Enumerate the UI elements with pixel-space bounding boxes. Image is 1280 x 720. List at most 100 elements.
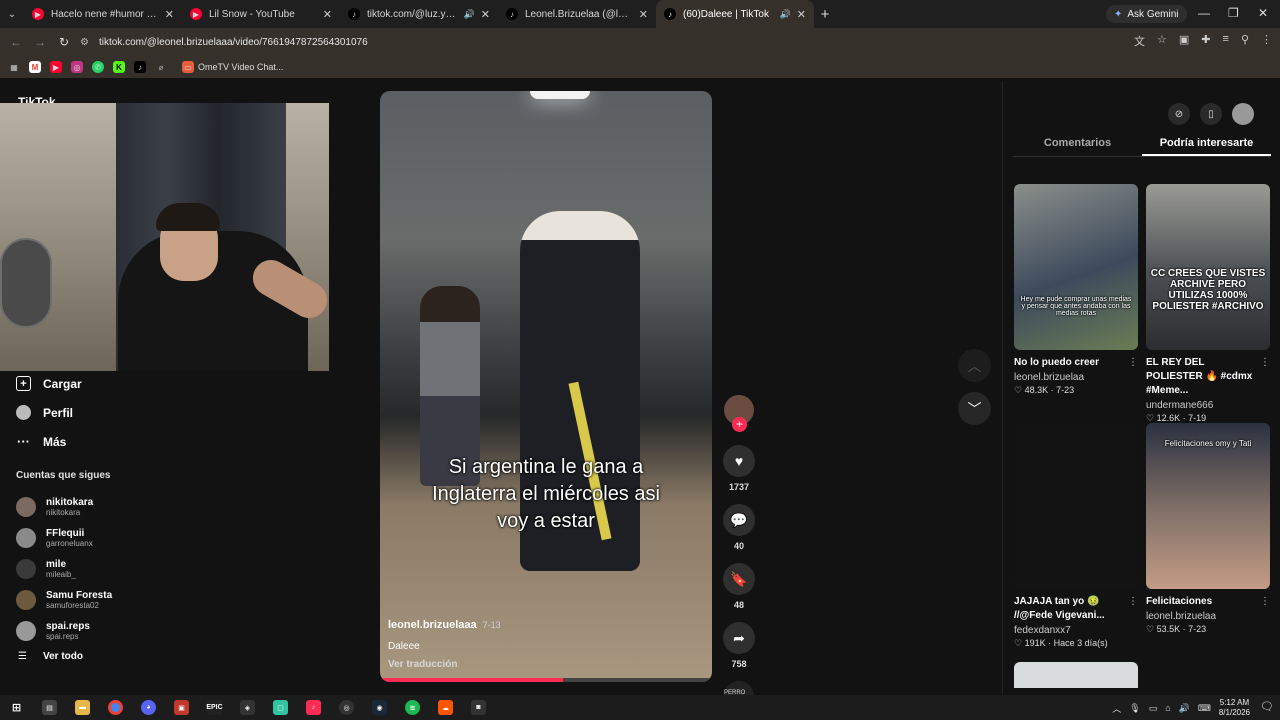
app-icon[interactable]: ◈ (231, 700, 264, 715)
puzzle-icon[interactable]: ✚ (1201, 33, 1210, 49)
video-thumbnail[interactable]: CC CREES QUE VISTES ARCHIVE PERO UTILIZA… (1146, 184, 1270, 350)
task-view-icon[interactable]: ▤ (33, 700, 66, 715)
ask-gemini-button[interactable]: ✦ Ask Gemini (1106, 5, 1187, 23)
discord-icon[interactable]: ◕ (132, 700, 165, 715)
spotify-icon[interactable]: ≋ (396, 700, 429, 715)
card-author[interactable]: leonel.brizuelaa (1146, 611, 1270, 622)
comment-button[interactable]: 💬 (723, 504, 755, 536)
video-progress-bar[interactable] (380, 678, 712, 682)
battery-icon[interactable]: ▭ (1149, 703, 1158, 714)
more-options-icon[interactable]: ⋮ (1128, 356, 1138, 370)
card-author[interactable]: leonel.brizuelaa (1014, 372, 1138, 383)
tiktok-taskbar-icon[interactable]: ♪ (297, 700, 330, 715)
nav-upload[interactable]: + Cargar (16, 369, 82, 398)
following-item[interactable]: FFlequii garroneluanx (16, 522, 112, 553)
instagram-icon[interactable]: ◎ (71, 61, 83, 73)
vpn-icon[interactable]: ◎ (330, 700, 363, 715)
network-icon[interactable]: ⌂ (1165, 703, 1170, 713)
video-thumbnail[interactable]: Felicitaciones omy y Tati (1146, 423, 1270, 589)
close-tab-icon[interactable]: ✕ (323, 8, 332, 21)
file-explorer-icon[interactable]: ▬ (66, 700, 99, 715)
browser-tab-4[interactable]: ♪ Leonel.Brizuelaa (@leonel.briz ✕ (498, 0, 656, 28)
epic-games-icon[interactable]: EPIC (198, 700, 231, 715)
more-options-icon[interactable]: ⋮ (1128, 595, 1138, 623)
share-button[interactable]: ➦ (723, 622, 755, 654)
back-icon[interactable]: ← (4, 35, 28, 49)
like-button[interactable]: ♥ (723, 445, 755, 477)
gmail-icon[interactable]: M (29, 61, 41, 73)
user-avatar[interactable] (1232, 103, 1254, 125)
tab-search-chevron-icon[interactable]: ⌄ (0, 0, 24, 28)
close-tab-icon[interactable]: ✕ (481, 8, 490, 21)
following-item[interactable]: mile mileaib_ (16, 553, 112, 584)
see-all-button[interactable]: ☰ Ver todo (18, 651, 83, 662)
soundcloud-icon[interactable]: ☁ (429, 700, 462, 715)
browser-tab-5-active[interactable]: ♪ (60)Daleee | TikTok 🔊 ✕ (656, 0, 814, 28)
tab-comments[interactable]: Comentarios (1013, 133, 1142, 156)
card-author[interactable]: fedexdanxx7 (1014, 625, 1138, 636)
more-options-icon[interactable]: ⋮ (1260, 595, 1270, 609)
capture-app-icon[interactable]: ◙ (462, 700, 495, 715)
following-item[interactable]: spai.reps spai.reps (16, 615, 112, 646)
clock[interactable]: 5:12 AM 8/1/2026 (1219, 698, 1250, 718)
nav-more[interactable]: ··· Más (16, 427, 82, 456)
nav-profile[interactable]: Perfil (16, 398, 82, 427)
chevron-up-tray-icon[interactable]: ︿ (1112, 702, 1121, 715)
save-button[interactable]: 🔖 (723, 563, 755, 595)
bookmark-star-icon[interactable]: ☆ (1157, 33, 1167, 49)
volume-icon[interactable]: 🔊 (1179, 703, 1190, 714)
restore-icon[interactable]: ❐ (1228, 6, 1239, 20)
see-translation-link[interactable]: Ver traducción (388, 659, 457, 670)
new-tab-icon[interactable]: + (814, 6, 836, 23)
reload-icon[interactable]: ↻ (52, 35, 76, 49)
more-options-icon[interactable]: ⋮ (1260, 356, 1270, 398)
video-editor-icon[interactable]: ▣ (165, 700, 198, 715)
media-icon[interactable]: ≡ (1223, 33, 1229, 49)
language-icon[interactable]: ⌨ (1198, 703, 1211, 714)
chrome-icon[interactable] (99, 700, 132, 715)
forward-icon[interactable]: → (28, 35, 52, 49)
browser-tab-1[interactable]: ▶ Hacelo nene #humor #memes ✕ (24, 0, 182, 28)
browser-tab-2[interactable]: ▶ Lil Snow - YouTube ✕ (182, 0, 340, 28)
extension-icon[interactable]: ▣ (1179, 33, 1189, 49)
close-window-icon[interactable]: ✕ (1258, 6, 1268, 20)
youtube-bookmark-icon[interactable]: ▶ (50, 61, 62, 73)
recommended-card[interactable]: JAJAJA tan yo 🤢 //@Fede Vigevani... ⋮ fed… (1014, 423, 1138, 649)
menu-dots-icon[interactable]: ⋮ (1261, 33, 1272, 49)
video-author-link[interactable]: leonel.brizuelaaa 7-13 (388, 619, 501, 631)
microphone-icon[interactable]: 🎙 (1129, 703, 1140, 714)
minimize-icon[interactable]: — (1198, 6, 1210, 20)
steam-icon[interactable]: ◉ (363, 700, 396, 715)
tab-recommended[interactable]: Podría interesarte (1142, 133, 1271, 156)
tiktok-bookmark-icon[interactable]: ♪ (134, 61, 146, 73)
creator-avatar[interactable]: + (724, 395, 754, 432)
video-thumbnail[interactable] (1014, 423, 1138, 589)
close-tab-icon[interactable]: ✕ (797, 8, 806, 21)
speaker-icon[interactable]: 🔊 (780, 9, 791, 20)
card-author[interactable]: undermane666 (1146, 400, 1270, 411)
address-bar[interactable]: ⚙ tiktok.com/@leonel.brizuelaaa/video/76… (80, 31, 1090, 53)
recommended-card[interactable]: Hey me pude comprar unas medias y pensar… (1014, 184, 1138, 396)
notification-icon[interactable]: 🗨 (1260, 700, 1274, 713)
translate-icon[interactable]: 文 (1134, 33, 1145, 49)
previous-video-button[interactable]: ︿ (958, 349, 991, 382)
browser-tab-3[interactable]: ♪ tiktok.com/@luz.yancovich 🔊 ✕ (340, 0, 498, 28)
video-thumbnail[interactable]: Hey me pude comprar unas medias y pensar… (1014, 184, 1138, 350)
compass-icon[interactable]: ⊘ (1168, 103, 1190, 125)
following-item[interactable]: Samu Foresta samuforesta02 (16, 584, 112, 615)
windows-start-icon[interactable]: ⊞ (0, 700, 33, 715)
whatsapp-icon[interactable]: ✆ (92, 61, 104, 73)
video-player[interactable]: Si argentina le gana a Inglaterra el mié… (380, 91, 712, 682)
follow-plus-icon[interactable]: + (732, 417, 747, 432)
phone-icon[interactable]: ▯ (1200, 103, 1222, 125)
kick-icon[interactable]: K (113, 61, 125, 73)
recommended-card[interactable]: Felicitaciones omy y Tati Felicitaciones… (1146, 423, 1270, 635)
site-info-icon[interactable]: ⚙ (80, 37, 89, 48)
close-tab-icon[interactable]: ✕ (639, 8, 648, 21)
link-icon[interactable]: ⌀ (155, 61, 167, 73)
apps-grid-icon[interactable]: ▦ (8, 61, 20, 73)
partial-thumbnail[interactable] (1014, 662, 1138, 688)
profile-icon[interactable]: ⚲ (1241, 33, 1249, 49)
speaker-icon[interactable]: 🔊 (464, 9, 475, 20)
close-tab-icon[interactable]: ✕ (165, 8, 174, 21)
